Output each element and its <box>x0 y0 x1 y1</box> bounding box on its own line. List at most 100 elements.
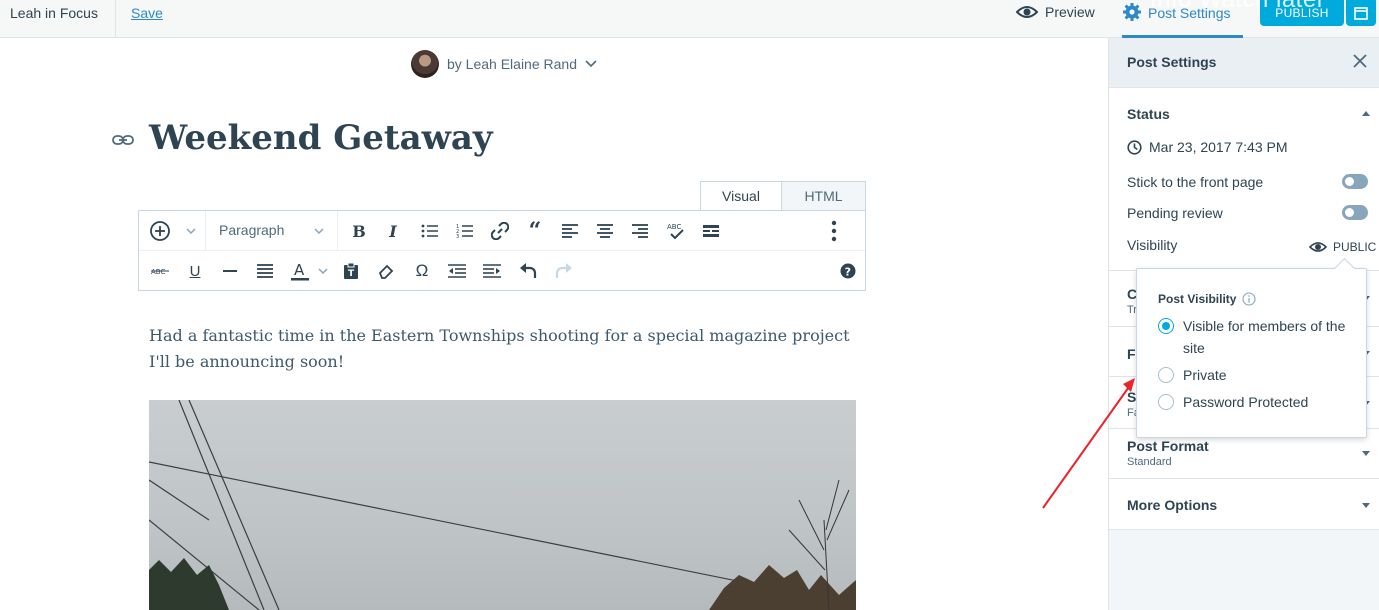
align-left-button[interactable] <box>558 219 582 243</box>
site-name[interactable]: Leah in Focus <box>10 5 98 21</box>
align-right-icon <box>632 224 648 238</box>
avatar <box>411 50 439 78</box>
sky-wires-image <box>149 400 856 610</box>
gear-icon <box>1123 3 1141 21</box>
post-title[interactable]: Weekend Getaway <box>149 118 493 158</box>
sidebar-header: Post Settings <box>1109 38 1379 88</box>
svg-text:A: A <box>294 261 305 279</box>
italic-icon: I <box>389 221 397 241</box>
pending-label: Pending review <box>1127 205 1223 221</box>
outdent-icon <box>448 264 466 278</box>
strikethrough-icon: ABC <box>151 268 169 276</box>
indent-button[interactable] <box>480 259 504 283</box>
text-color-button[interactable]: A <box>288 259 312 283</box>
align-center-button[interactable] <box>593 219 617 243</box>
eraser-icon <box>378 264 394 279</box>
toolbar-row-2: ABC U A T Ω ? <box>139 251 865 291</box>
align-center-icon <box>597 224 613 238</box>
visibility-option-private[interactable]: Private <box>1158 364 1227 386</box>
bold-icon: B <box>352 221 366 241</box>
horizontal-rule-icon <box>223 270 237 272</box>
author-selector[interactable]: by Leah Elaine Rand <box>411 50 597 78</box>
clear-formatting-button[interactable] <box>374 259 398 283</box>
video-overlay-text: Info Watch later <box>1150 0 1325 14</box>
link-icon <box>491 222 509 240</box>
tab-html[interactable]: HTML <box>782 181 866 210</box>
justify-button[interactable] <box>253 259 277 283</box>
save-button[interactable]: Save <box>131 5 163 21</box>
read-more-icon <box>703 225 719 237</box>
status-heading[interactable]: Status <box>1127 106 1170 122</box>
add-content-button[interactable] <box>148 219 172 243</box>
more-options-button[interactable] <box>822 219 846 243</box>
text-color-dropdown[interactable] <box>311 259 335 283</box>
radio-public[interactable] <box>1158 318 1174 334</box>
author-label: by Leah Elaine Rand <box>447 56 577 72</box>
stick-toggle[interactable] <box>1342 174 1368 189</box>
help-button[interactable]: ? <box>836 259 860 283</box>
more-options-panel[interactable]: More Options <box>1109 479 1379 530</box>
pending-toggle[interactable] <box>1342 205 1368 220</box>
read-more-button[interactable] <box>699 219 723 243</box>
radio-password[interactable] <box>1158 394 1174 410</box>
post-image[interactable] <box>149 400 856 610</box>
toolbar-separator <box>205 211 206 251</box>
format-dropdown-chevron[interactable] <box>307 219 331 243</box>
visibility-option-public[interactable]: Visible for members of the site <box>1158 315 1353 359</box>
redo-icon <box>555 263 572 278</box>
stick-label: Stick to the front page <box>1127 174 1264 190</box>
chevron-up-icon[interactable] <box>1362 111 1370 116</box>
visibility-option-password[interactable]: Password Protected <box>1158 391 1308 413</box>
quote-icon: “ <box>528 218 542 244</box>
toolbar-separator <box>337 211 338 251</box>
indent-icon <box>483 264 501 278</box>
plus-circle-icon <box>150 221 170 241</box>
status-panel: Status Mar 23, 2017 7:43 PM Stick to the… <box>1109 88 1379 271</box>
spellcheck-button[interactable]: ABC <box>664 219 688 243</box>
svg-text:ABC: ABC <box>151 268 165 276</box>
editor-tabs: Visual HTML <box>700 181 866 210</box>
outdent-button[interactable] <box>445 259 469 283</box>
bullet-list-icon <box>421 224 438 238</box>
redo-button[interactable] <box>552 259 576 283</box>
block-format-select[interactable]: Paragraph <box>219 222 284 238</box>
eye-icon <box>1016 6 1038 18</box>
spellcheck-icon: ABC <box>667 223 684 240</box>
svg-text:3: 3 <box>456 234 459 238</box>
align-right-button[interactable] <box>628 219 652 243</box>
undo-button[interactable] <box>516 259 540 283</box>
radio-private[interactable] <box>1158 367 1174 383</box>
blockquote-button[interactable]: “ <box>523 218 547 244</box>
close-icon[interactable] <box>1353 54 1367 68</box>
insert-link-button[interactable] <box>488 219 512 243</box>
underline-button[interactable]: U <box>183 259 207 283</box>
svg-text:ABC: ABC <box>667 223 681 231</box>
editor-toolbar: Paragraph B I 123 “ ABC ABC U A T Ω ? <box>138 210 866 291</box>
add-content-dropdown[interactable] <box>179 219 203 243</box>
visibility-value: PUBLIC <box>1333 240 1377 254</box>
undo-icon <box>520 263 537 278</box>
popover-title-label: Post Visibility <box>1158 292 1237 306</box>
strikethrough-button[interactable]: ABC <box>148 259 172 283</box>
preview-button[interactable]: Preview <box>1016 4 1095 20</box>
bold-button[interactable]: B <box>347 219 371 243</box>
post-content[interactable]: Had a fantastic time in the Eastern Town… <box>149 323 859 375</box>
paste-text-button[interactable]: T <box>339 259 363 283</box>
publish-date[interactable]: Mar 23, 2017 7:43 PM <box>1127 139 1288 155</box>
visibility-button[interactable]: PUBLIC <box>1309 240 1376 254</box>
tab-visual[interactable]: Visual <box>700 181 782 210</box>
info-icon[interactable] <box>1242 292 1257 306</box>
schedule-button[interactable] <box>1346 0 1376 26</box>
preview-label: Preview <box>1045 4 1095 20</box>
numbered-list-button[interactable]: 123 <box>453 219 477 243</box>
publish-date-label: Mar 23, 2017 7:43 PM <box>1149 139 1288 155</box>
horizontal-rule-button[interactable] <box>218 259 242 283</box>
chevron-down-icon <box>186 228 196 234</box>
permalink-icon[interactable] <box>112 134 134 146</box>
bullet-list-button[interactable] <box>418 219 442 243</box>
clipboard-icon: T <box>344 262 358 279</box>
italic-button[interactable]: I <box>381 219 405 243</box>
visibility-option-label: Password Protected <box>1183 394 1309 410</box>
special-character-button[interactable]: Ω <box>410 259 434 283</box>
numbered-list-icon: 123 <box>456 224 473 238</box>
